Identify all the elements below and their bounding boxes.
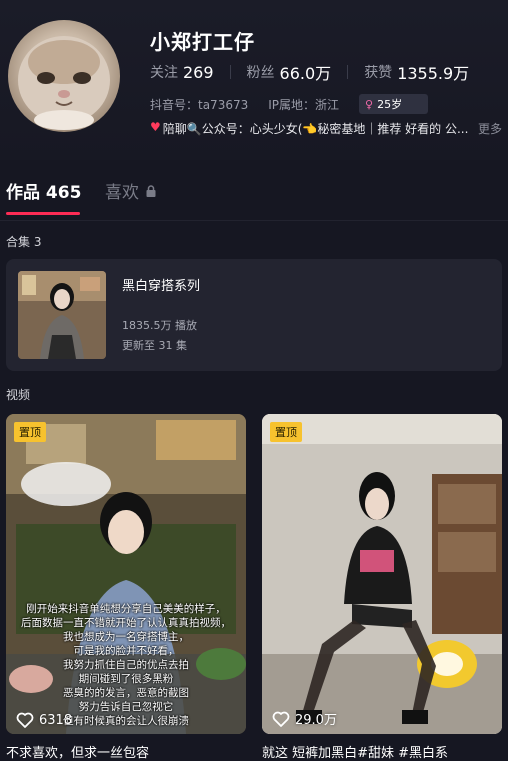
followers-label[interactable]: 粉丝 bbox=[247, 62, 275, 82]
profile-bio[interactable]: ♥ 陪聊🔍公众号：心头少女(👈秘密基地｜推荐 好看的 公... 更多 bbox=[150, 120, 502, 137]
stat-divider bbox=[347, 65, 349, 79]
collections-label: 合集 3 bbox=[6, 235, 42, 249]
age-badge: ♀ 25岁 bbox=[359, 94, 429, 114]
video-likes-count: 6318 bbox=[39, 712, 73, 728]
overlay-line: 后面数据一直不错就开始了认认真真拍视频， bbox=[21, 617, 231, 629]
heart-icon: ♥ bbox=[150, 120, 161, 134]
overlay-line: 我也想成为一名穿搭博主， bbox=[63, 631, 189, 643]
pinned-badge: 置顶 bbox=[14, 422, 46, 442]
age-value: 25岁 bbox=[377, 98, 403, 111]
following-count[interactable]: 269 bbox=[183, 63, 214, 82]
video-card[interactable]: 置顶 29.0万 bbox=[262, 414, 502, 734]
cat-avatar-image bbox=[18, 36, 110, 130]
likes-received-count: 1355.9万 bbox=[397, 64, 470, 83]
video-likes: 29.0万 bbox=[272, 709, 337, 728]
overlay-line: 可是我的脸并不好看， bbox=[73, 645, 179, 657]
video-caption[interactable]: 不求喜欢，但求一丝包容 bbox=[6, 742, 246, 761]
overlay-line: 期间碰到了很多黑粉 bbox=[78, 673, 174, 685]
bio-text: 陪聊🔍公众号：心头少女(👈秘密基地｜推荐 好看的 公... bbox=[162, 122, 469, 136]
collection-card[interactable]: 黑白穿搭系列 1835.5万 播放 更新至 31 集 bbox=[6, 259, 502, 371]
video-card[interactable]: 置顶 刚开始来抖音单纯想分享自己美美的样子， 后面数据一直不错就开始了认认真真拍… bbox=[6, 414, 246, 734]
lock-icon bbox=[146, 184, 156, 197]
collection-plays: 1835.5万 播放 bbox=[122, 319, 197, 332]
tab-works[interactable]: 作品 465 bbox=[6, 178, 81, 203]
tab-likes[interactable]: 喜欢 bbox=[105, 178, 157, 203]
heart-outline-icon bbox=[272, 711, 290, 727]
douyin-id[interactable]: 抖音号：ta73673 bbox=[150, 96, 248, 113]
overlay-line: 刚开始来抖音单纯想分享自己美美的样子， bbox=[26, 603, 226, 615]
tabs-divider bbox=[0, 220, 508, 221]
collection-thumbnail bbox=[18, 271, 106, 359]
active-tab-indicator bbox=[6, 212, 80, 215]
followers-count[interactable]: 66.0万 bbox=[280, 60, 332, 84]
video-likes: 6318 bbox=[16, 712, 72, 728]
avatar[interactable] bbox=[8, 20, 120, 132]
collection-title: 黑白穿搭系列 bbox=[122, 279, 201, 294]
overlay-line: 恶臭的的发言，恶意的截图 bbox=[63, 687, 189, 699]
video-thumbnail bbox=[262, 414, 502, 734]
video-overlay-text: 刚开始来抖音单纯想分享自己美美的样子， 后面数据一直不错就开始了认认真真拍视频，… bbox=[16, 602, 236, 728]
collection-update: 更新至 31 集 bbox=[122, 339, 187, 352]
likes-received-label: 获赞 bbox=[364, 65, 393, 81]
video-caption[interactable]: 就这 短裤加黑白#甜妹 #黑白系 bbox=[262, 742, 502, 761]
pinned-badge: 置顶 bbox=[270, 422, 302, 442]
profile-meta: 抖音号：ta73673 IP属地：浙江 ♀ 25岁 bbox=[150, 94, 429, 114]
ip-location: IP属地：浙江 bbox=[268, 97, 340, 112]
video-likes-count: 29.0万 bbox=[295, 713, 337, 728]
stat-divider bbox=[229, 65, 231, 79]
heart-outline-icon bbox=[16, 712, 34, 728]
following-label[interactable]: 关注 bbox=[150, 62, 178, 82]
videos-label: 视频 bbox=[6, 388, 31, 402]
tab-likes-label: 喜欢 bbox=[105, 183, 139, 203]
profile-tabs: 作品 465 喜欢 bbox=[0, 170, 508, 220]
overlay-line: 我努力抓住自己的优点去拍 bbox=[63, 659, 189, 671]
bio-more-link[interactable]: 更多 bbox=[478, 120, 502, 137]
profile-name: 小郑打工仔 bbox=[150, 30, 255, 54]
profile-stats: 关注 269 粉丝 66.0万 获赞 1355.9万 bbox=[150, 60, 469, 84]
female-icon: ♀ bbox=[365, 97, 374, 111]
